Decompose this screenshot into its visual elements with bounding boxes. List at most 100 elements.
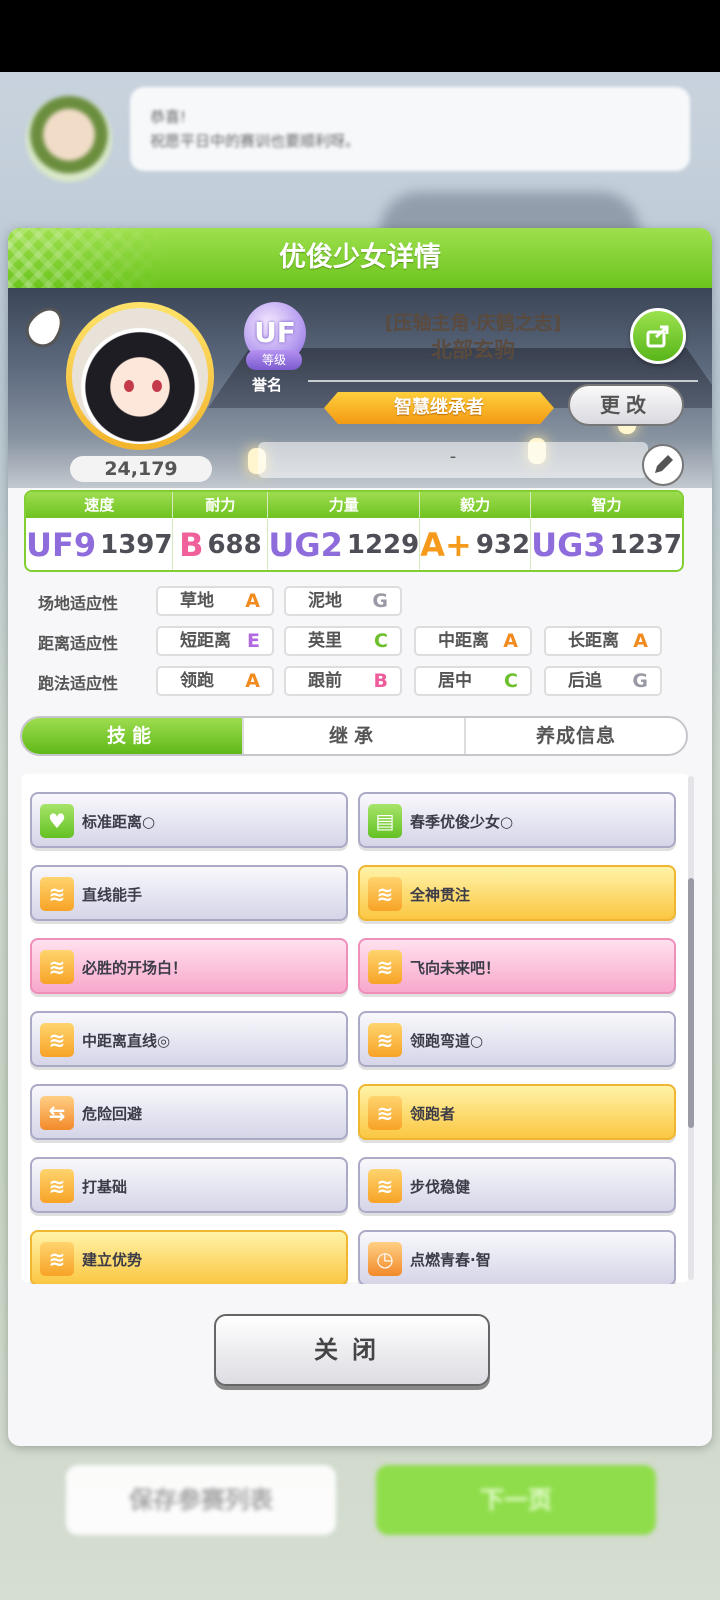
aptitude-cell: 长距离 A bbox=[544, 626, 662, 656]
background-avatar bbox=[26, 96, 112, 182]
change-button[interactable]: 更改 bbox=[568, 384, 684, 426]
speed-icon: ≋ bbox=[40, 877, 74, 911]
aptitude-grade: A bbox=[245, 670, 260, 692]
skill-name: 点燃青春·智 bbox=[410, 1251, 491, 1269]
fan-count: 24,179 bbox=[70, 456, 212, 482]
heart-icon: ♥ bbox=[40, 804, 74, 838]
speed-icon: ≋ bbox=[40, 1023, 74, 1057]
stat-power: 力量 UG2 1229 bbox=[268, 492, 421, 570]
stat-grade: UG2 bbox=[268, 526, 343, 564]
skill-list[interactable]: ♥ 标准距离○ ▤ 春季优俊少女○ ≋ 直线能手 ≋ 全神贯注 ≋ 必胜的开场白！ ≋ 飞向未来吧！ ≋… bbox=[20, 772, 690, 1284]
stat-label: 智力 bbox=[531, 492, 682, 518]
edit-memo-button[interactable] bbox=[642, 444, 684, 486]
aptitude-grade: G bbox=[632, 670, 648, 692]
memo-field[interactable]: - bbox=[258, 442, 648, 478]
skill-name: 打基础 bbox=[82, 1178, 128, 1196]
modal-header: 优俊少女详情 bbox=[8, 228, 712, 288]
skill-name: 步伐稳健 bbox=[410, 1178, 471, 1196]
aptitude-grade: A bbox=[245, 590, 260, 612]
speed-icon: ≋ bbox=[40, 950, 74, 984]
skill-card[interactable]: ≋ 建立优势 bbox=[30, 1230, 348, 1284]
carrot-icon[interactable] bbox=[19, 300, 71, 354]
stat-label: 力量 bbox=[268, 492, 420, 518]
heir-badge: 智慧继承者 bbox=[324, 392, 554, 424]
stat-stamina: 耐力 B 688 bbox=[173, 492, 269, 570]
tab-inheritance[interactable]: 继承 bbox=[244, 718, 466, 754]
share-icon bbox=[646, 325, 669, 348]
close-button[interactable]: 关闭 bbox=[214, 1314, 490, 1386]
aptitude-cell: 中距离 A bbox=[414, 626, 532, 656]
aptitude-cell: 跟前 B bbox=[284, 666, 402, 696]
aptitude-grade: C bbox=[504, 670, 518, 692]
skill-name: 中距离直线◎ bbox=[82, 1032, 171, 1050]
skill-card[interactable]: ≋ 步伐稳健 bbox=[358, 1157, 676, 1213]
aptitude-cell: 后追 G bbox=[544, 666, 662, 696]
umamusume-detail-modal: 优俊少女详情 24,179 UF 等级 誉名 [压轴主角·庆鹤之志] 北部玄驹 … bbox=[8, 228, 712, 1446]
speed-icon: ≋ bbox=[40, 1242, 74, 1276]
speed-icon: ≋ bbox=[368, 950, 402, 984]
stat-value: 1397 bbox=[100, 530, 173, 560]
stat-grade: A+ bbox=[420, 526, 472, 564]
skill-card[interactable]: ⇆ 危险回避 bbox=[30, 1084, 348, 1140]
skill-card[interactable]: ≋ 必胜的开场白！ bbox=[30, 938, 348, 994]
honor-label: 誉名 bbox=[252, 376, 283, 394]
detail-tabs: 技能 继承 养成信息 bbox=[20, 716, 688, 756]
card-icon: ▤ bbox=[368, 804, 402, 838]
aptitude-cell: 领跑 A bbox=[156, 666, 274, 696]
stat-label: 速度 bbox=[26, 492, 173, 518]
tab-skills[interactable]: 技能 bbox=[22, 718, 244, 754]
speed-icon: ≋ bbox=[368, 1023, 402, 1057]
rank-tag: 等级 bbox=[246, 350, 302, 370]
skill-card[interactable]: ≋ 打基础 bbox=[30, 1157, 348, 1213]
aptitude-cell: 短距离 E bbox=[156, 626, 274, 656]
stat-label: 耐力 bbox=[173, 492, 268, 518]
aptitude-grade: E bbox=[247, 630, 260, 652]
rank-badge: UF 等级 bbox=[238, 302, 314, 374]
share-button[interactable] bbox=[630, 308, 686, 364]
skill-card[interactable]: ≋ 全神贯注 bbox=[358, 865, 676, 921]
name-divider bbox=[308, 380, 698, 382]
track-aptitude-row: 场地适应性 草地 A 泥地 G bbox=[38, 586, 698, 616]
aptitude-grade: A bbox=[633, 630, 648, 652]
skill-card[interactable]: ▤ 春季优俊少女○ bbox=[358, 792, 676, 848]
aptitude-cell: 草地 A bbox=[156, 586, 274, 616]
skill-card[interactable]: ≋ 飞向未来吧！ bbox=[358, 938, 676, 994]
speed-icon: ≋ bbox=[368, 1169, 402, 1203]
style-aptitude-row: 跑法适应性 领跑 A 跟前 B 居中 C 后追 G bbox=[38, 666, 698, 696]
stat-wisdom: 智力 UG3 1237 bbox=[531, 492, 682, 570]
stat-grade: UG3 bbox=[531, 526, 606, 564]
header-pattern bbox=[8, 228, 168, 288]
skill-name: 春季优俊少女○ bbox=[410, 813, 514, 831]
stat-table: 速度 UF9 1397 耐力 B 688 力量 UG2 1229 毅力 A+ 932 智… bbox=[24, 490, 684, 572]
modal-title: 优俊少女详情 bbox=[279, 242, 441, 273]
next-button: 下一页 bbox=[376, 1465, 656, 1535]
character-title: [压轴主角·庆鹤之志] bbox=[384, 312, 562, 334]
skill-name: 直线能手 bbox=[82, 886, 143, 904]
tab-training-info[interactable]: 养成信息 bbox=[466, 718, 686, 754]
aptitude-label: 距离适应性 bbox=[38, 634, 119, 653]
skill-name: 必胜的开场白！ bbox=[82, 959, 188, 977]
skill-card[interactable]: ♥ 标准距离○ bbox=[30, 792, 348, 848]
distance-aptitude-row: 距离适应性 短距离 E 英里 C 中距离 A 长距离 A bbox=[38, 626, 698, 656]
character-portrait bbox=[72, 308, 208, 444]
aptitude-grade: A bbox=[503, 630, 518, 652]
stat-value: 932 bbox=[475, 530, 531, 560]
speed-icon: ≋ bbox=[368, 1096, 402, 1130]
skill-card[interactable]: ≋ 领跑者 bbox=[358, 1084, 676, 1140]
skill-list-scroll-thumb[interactable] bbox=[688, 878, 694, 1128]
aptitude-cell: 英里 C bbox=[284, 626, 402, 656]
aptitude-cell: 居中 C bbox=[414, 666, 532, 696]
skill-name: 建立优势 bbox=[82, 1251, 143, 1269]
skill-card[interactable]: ◷ 点燃青春·智 bbox=[358, 1230, 676, 1284]
skill-card[interactable]: ≋ 中距离直线◎ bbox=[30, 1011, 348, 1067]
stat-value: 1237 bbox=[609, 530, 682, 560]
speed-icon: ≋ bbox=[368, 877, 402, 911]
aptitude-cell: 泥地 G bbox=[284, 586, 402, 616]
save-entry-list-button: 保存参赛列表 bbox=[66, 1465, 336, 1535]
skill-card[interactable]: ≋ 直线能手 bbox=[30, 865, 348, 921]
skill-name: 全神贯注 bbox=[410, 886, 471, 904]
aptitude-grade: B bbox=[373, 670, 388, 692]
stat-grade: B bbox=[179, 526, 204, 564]
skill-card[interactable]: ≋ 领跑弯道○ bbox=[358, 1011, 676, 1067]
aptitude-grade: G bbox=[372, 590, 388, 612]
